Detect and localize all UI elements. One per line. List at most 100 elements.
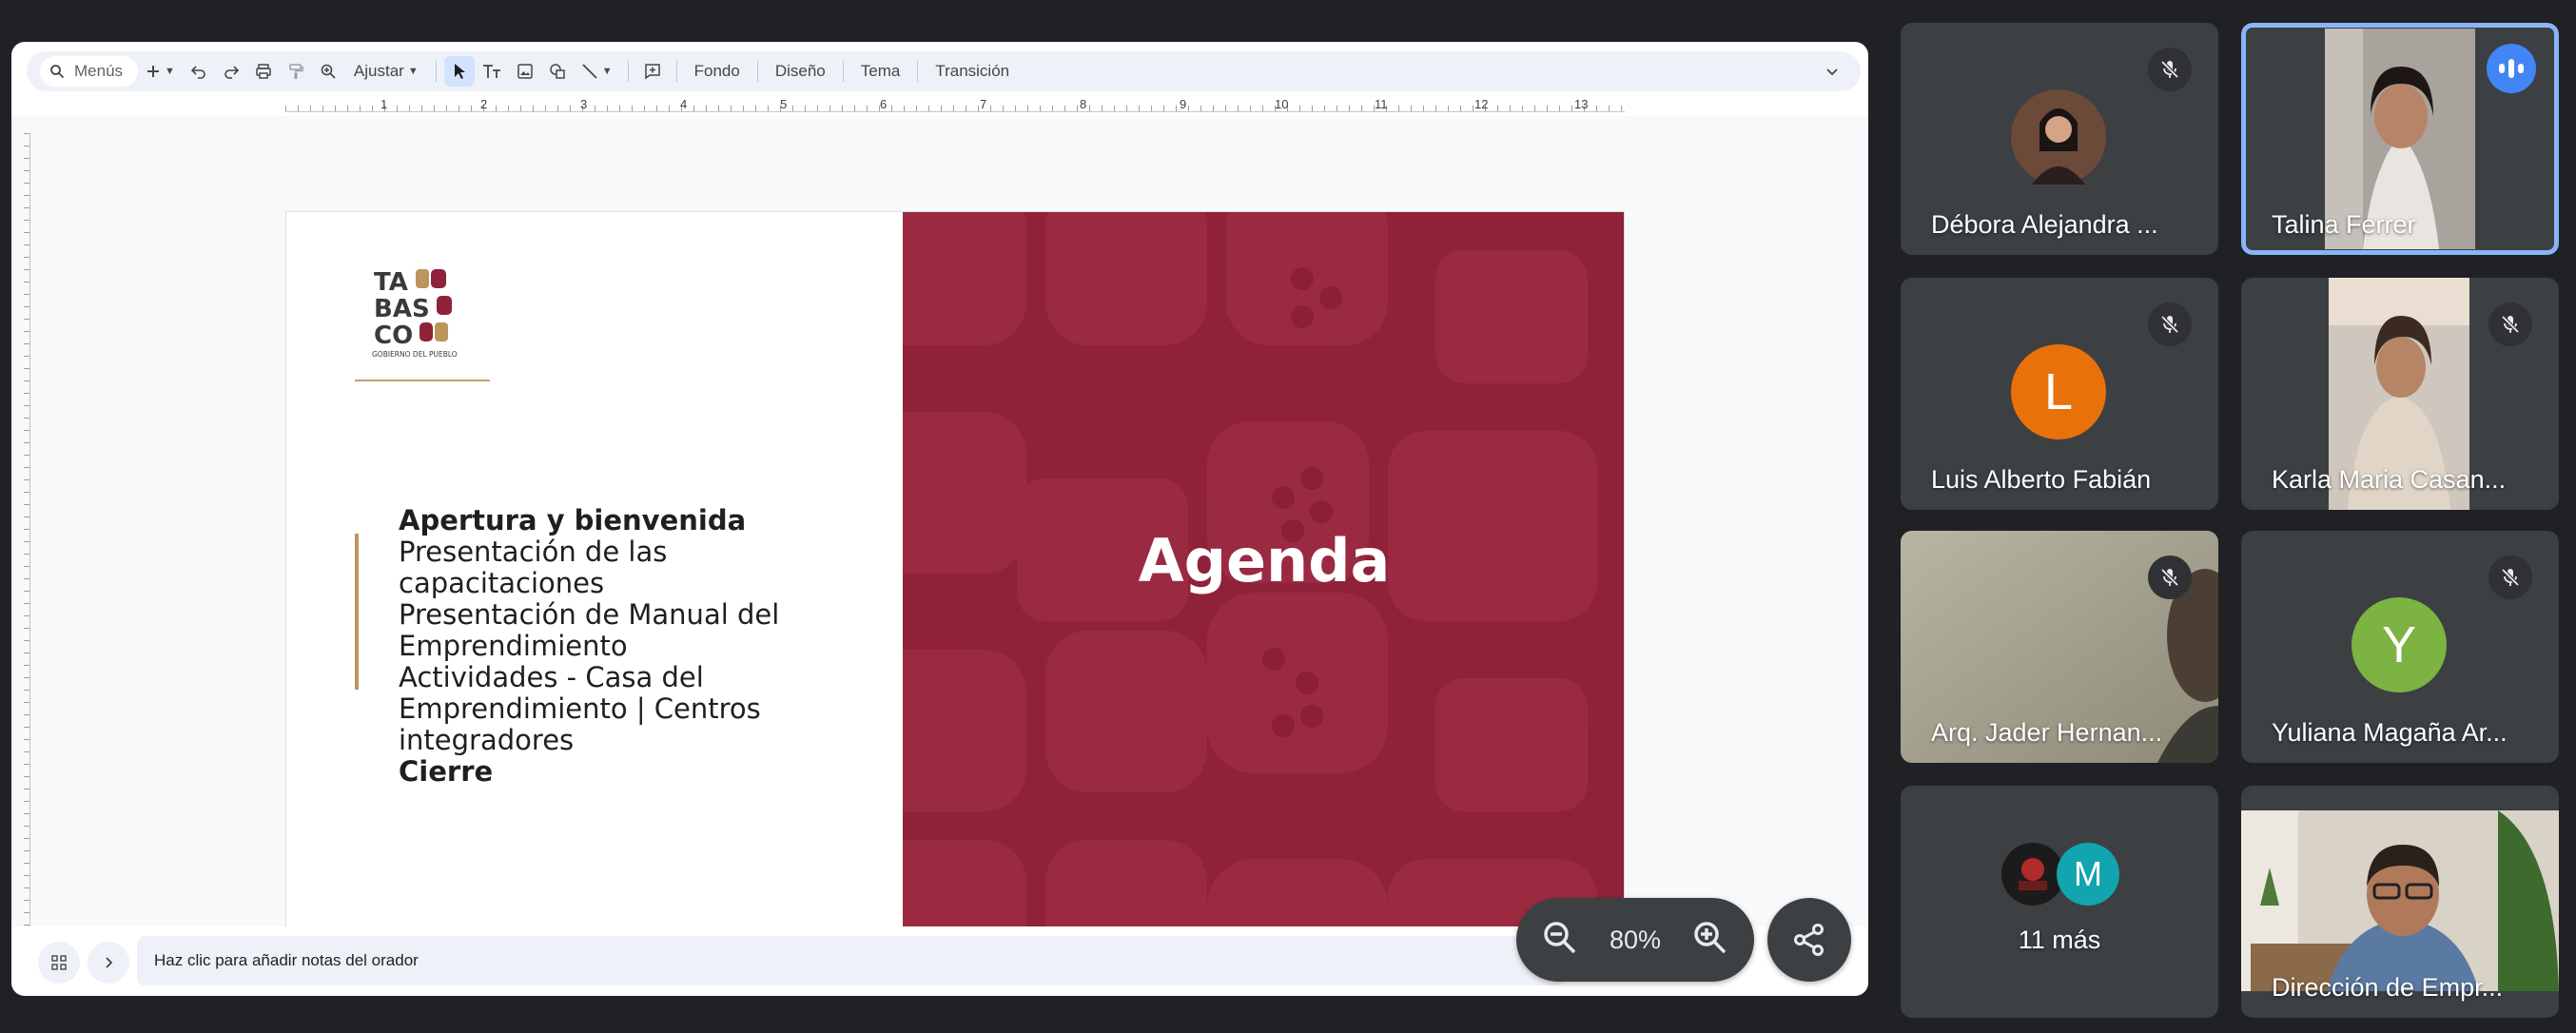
select-tool[interactable]: [443, 56, 475, 87]
participant-name: Débora Alejandra ...: [1931, 210, 2158, 239]
toolbar-divider: [435, 61, 437, 82]
line-icon: [582, 64, 597, 79]
participant-tile[interactable]: L Luis Alberto Fabián: [1901, 278, 2218, 510]
participant-tile[interactable]: Dirección de Empr...: [2241, 786, 2559, 1018]
text-box-tool[interactable]: [475, 56, 509, 87]
chevron-down-icon: ▼: [601, 66, 613, 77]
agenda-item: Emprendimiento: [399, 630, 628, 662]
mic-off-icon: [2501, 568, 2520, 587]
add-comment-button[interactable]: [636, 56, 669, 87]
slide[interactable]: TA BAS CO GOBIERNO DEL PUEBLO Apertura y…: [285, 211, 1625, 959]
redo-icon: [224, 66, 240, 79]
mic-muted-indicator: [2488, 555, 2532, 599]
participant-tile[interactable]: Talina Ferrer: [2241, 23, 2559, 255]
share-button[interactable]: [1767, 898, 1851, 982]
grid-view-button[interactable]: [38, 942, 80, 984]
redo-button[interactable]: [215, 56, 247, 87]
ruler-mark: 1: [381, 97, 388, 111]
ruler-mark: 11: [1375, 97, 1388, 111]
participant-tile[interactable]: Y Yuliana Magaña Ar...: [2241, 531, 2559, 763]
zoom-out-icon: [1544, 921, 1576, 953]
zoom-in-button[interactable]: [1691, 919, 1729, 962]
ruler-mark: 10: [1275, 97, 1289, 111]
transition-button[interactable]: Transición: [926, 56, 1019, 87]
background-button[interactable]: Fondo: [685, 56, 750, 87]
shapes-icon: [549, 64, 565, 79]
speaking-indicator: [2487, 44, 2536, 93]
layout-button[interactable]: Diseño: [766, 56, 835, 87]
mic-off-icon: [2160, 315, 2179, 334]
participant-name: Karla Maria Casan...: [2272, 465, 2507, 494]
menu-search[interactable]: Menús: [40, 56, 139, 87]
avatar: M: [2057, 843, 2119, 906]
shape-tool[interactable]: [541, 56, 574, 87]
zoom-in-icon: [1694, 921, 1727, 953]
agenda-item: capacitaciones: [399, 567, 605, 599]
mic-muted-indicator: [2148, 302, 2192, 346]
logo-line: CO: [374, 322, 413, 350]
slide-title: Agenda: [1138, 526, 1391, 595]
agenda-item: integradores: [399, 724, 575, 756]
undo-icon: [190, 66, 205, 79]
avatar: [2011, 89, 2106, 185]
zoom-button[interactable]: [312, 56, 344, 87]
text-box-icon: [482, 65, 500, 78]
agenda-item: Presentación de Manual del: [399, 598, 780, 631]
avatar: Y: [2352, 597, 2447, 692]
mic-off-icon: [2160, 60, 2179, 79]
ruler-mark: 7: [980, 97, 987, 111]
logo-underline: [355, 380, 490, 381]
undo-button[interactable]: [183, 56, 215, 87]
ruler-mark: 9: [1180, 97, 1187, 111]
share-icon: [1794, 924, 1824, 956]
ruler-mark: 12: [1474, 97, 1489, 111]
participant-tile[interactable]: Débora Alejandra ...: [1901, 23, 2218, 255]
print-button[interactable]: [247, 56, 280, 87]
agenda-list[interactable]: Apertura y bienvenida Presentación de la…: [399, 505, 874, 788]
toolbar-divider: [756, 61, 758, 82]
agenda-item: Actividades - Casa del: [399, 661, 704, 693]
chevron-down-icon: ▼: [407, 66, 419, 77]
slide-canvas[interactable]: TA BAS CO GOBIERNO DEL PUEBLO Apertura y…: [11, 116, 1868, 981]
participant-name: Talina Ferrer: [2272, 210, 2416, 239]
expand-filmstrip-button[interactable]: [88, 942, 129, 984]
participant-video: [2241, 810, 2559, 991]
chevron-right-icon: [106, 957, 113, 968]
ruler-mark: 3: [580, 97, 588, 111]
zoom-level: 80%: [1609, 925, 1662, 954]
new-slide-button[interactable]: ▼: [138, 56, 183, 87]
zoom-control: 80%: [1516, 898, 1754, 982]
collapse-toolbar-button[interactable]: [1817, 56, 1847, 87]
more-participants-tile[interactable]: M 11 más: [1901, 786, 2218, 1018]
plus-icon: [147, 66, 160, 77]
print-icon: [256, 64, 271, 79]
avatar: L: [2011, 344, 2106, 439]
speaker-notes-input[interactable]: Haz clic para añadir notas del orador: [137, 936, 1564, 985]
participant-name: Luis Alberto Fabián: [1931, 465, 2152, 494]
slide-left-panel: TA BAS CO GOBIERNO DEL PUEBLO Apertura y…: [286, 212, 903, 958]
paint-format-icon: [289, 64, 303, 79]
toolbar-divider: [627, 61, 629, 82]
zoom-fit-dropdown[interactable]: Ajustar ▼: [344, 56, 428, 87]
image-icon: [517, 64, 533, 79]
grid-icon: [51, 955, 67, 970]
mic-off-icon: [2160, 568, 2179, 587]
line-tool[interactable]: ▼: [574, 56, 620, 87]
menu-search-label: Menús: [74, 62, 124, 80]
zoom-out-button[interactable]: [1541, 919, 1579, 962]
mic-muted-indicator: [2488, 302, 2532, 346]
insert-image-tool[interactable]: [509, 56, 541, 87]
zoom-fit-label: Ajustar: [353, 62, 404, 80]
paint-format-button[interactable]: [280, 56, 312, 87]
logo-line: TA: [374, 268, 408, 297]
toolbar-divider: [842, 61, 844, 82]
participant-tile[interactable]: Karla Maria Casan...: [2241, 278, 2559, 510]
mic-off-icon: [2501, 315, 2520, 334]
avatar: [2001, 843, 2064, 906]
participant-tile[interactable]: Arq. Jader Hernan...: [1901, 531, 2218, 763]
theme-button[interactable]: Tema: [851, 56, 910, 87]
agenda-item: Emprendimiento | Centros: [399, 692, 761, 725]
toolbar-divider: [917, 61, 919, 82]
editor-toolbar: Menús ▼ Ajustar ▼ ▼ Fondo Diseño Tema Tr…: [27, 51, 1861, 91]
toolbar-divider: [675, 61, 677, 82]
